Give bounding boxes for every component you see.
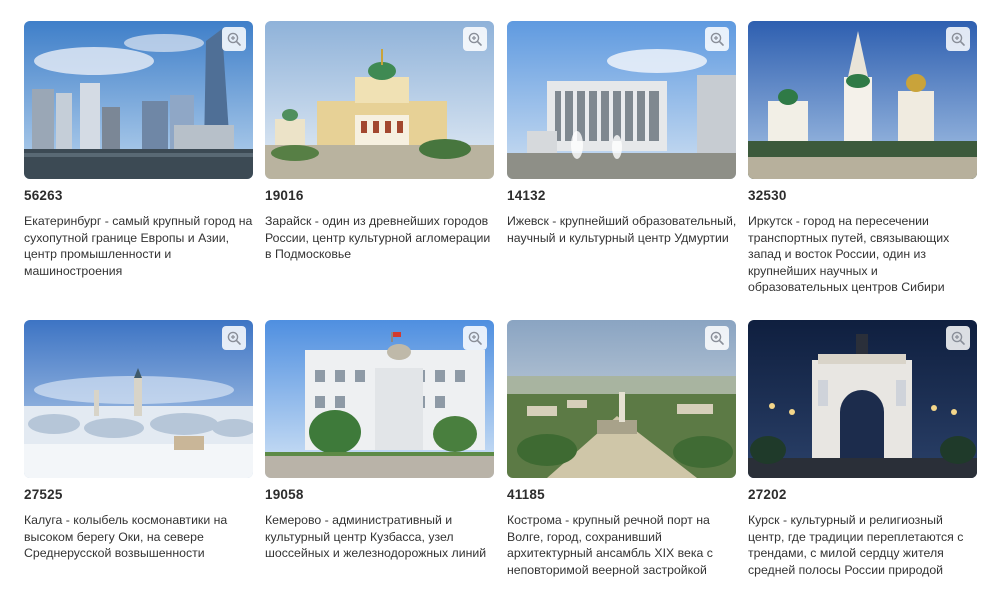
city-number: 27525 (24, 487, 63, 502)
city-card[interactable]: 56263 Екатеринбург - самый крупный город… (24, 21, 253, 279)
zoom-in-icon (951, 331, 965, 345)
city-card[interactable]: 41185 Кострома - крупный речной порт на … (507, 320, 736, 578)
city-card[interactable]: 19058 Кемерово - административный и куль… (265, 320, 494, 562)
zoom-in-icon (710, 32, 724, 46)
city-card-grid: 56263 Екатеринбург - самый крупный город… (0, 0, 1000, 599)
city-number: 41185 (507, 487, 545, 502)
city-description: Зарайск - один из древнейших городов Рос… (265, 214, 491, 261)
city-description: Ижевск - крупнейший образовательный, нау… (507, 214, 737, 245)
city-number: 32530 (748, 188, 787, 203)
city-number: 27202 (748, 487, 787, 502)
zoom-button[interactable] (222, 326, 246, 350)
city-card[interactable]: 14132 Ижевск - крупнейший образовательны… (507, 21, 736, 246)
city-photo[interactable] (748, 21, 977, 179)
city-description: Иркутск - город на пересечении транспорт… (748, 214, 950, 294)
zoom-button[interactable] (463, 27, 487, 51)
zoom-button[interactable] (222, 27, 246, 51)
city-photo[interactable] (265, 320, 494, 478)
city-description: Курск - культурный и религиозный центр, … (748, 513, 964, 577)
zoom-in-icon (468, 331, 482, 345)
zoom-in-icon (227, 331, 241, 345)
city-card[interactable]: 27202 Курск - культурный и религиозный ц… (748, 320, 977, 578)
zoom-in-icon (227, 32, 241, 46)
zoom-button[interactable] (705, 326, 729, 350)
city-number: 14132 (507, 188, 546, 203)
zoom-in-icon (951, 32, 965, 46)
city-number: 19016 (265, 188, 304, 203)
city-number: 56263 (24, 188, 63, 203)
zoom-button[interactable] (705, 27, 729, 51)
city-photo[interactable] (507, 320, 736, 478)
city-description: Екатеринбург - самый крупный город на су… (24, 214, 253, 278)
city-description: Кемерово - административный и культурный… (265, 513, 487, 560)
zoom-button[interactable] (463, 326, 487, 350)
city-number: 19058 (265, 487, 304, 502)
city-description: Калуга - колыбель космонавтики на высоко… (24, 513, 228, 560)
city-photo[interactable] (507, 21, 736, 179)
zoom-button[interactable] (946, 326, 970, 350)
city-photo[interactable] (24, 21, 253, 179)
city-description: Кострома - крупный речной порт на Волге,… (507, 513, 713, 577)
zoom-button[interactable] (946, 27, 970, 51)
city-photo[interactable] (265, 21, 494, 179)
city-card[interactable]: 32530 Иркутск - город на пересечении тра… (748, 21, 977, 296)
city-photo[interactable] (748, 320, 977, 478)
zoom-in-icon (468, 32, 482, 46)
city-card[interactable]: 27525 Калуга - колыбель космонавтики на … (24, 320, 253, 562)
city-card[interactable]: 19016 Зарайск - один из древнейших город… (265, 21, 494, 263)
city-photo[interactable] (24, 320, 253, 478)
zoom-in-icon (710, 331, 724, 345)
